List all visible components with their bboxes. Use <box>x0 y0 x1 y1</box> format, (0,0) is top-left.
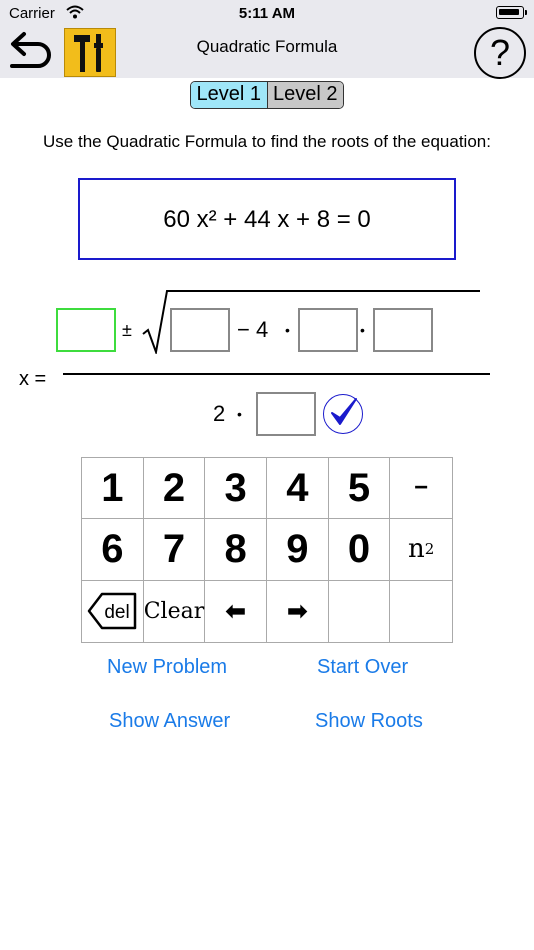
key-square[interactable]: n2 <box>390 519 452 581</box>
multiply-dot: • <box>360 322 365 338</box>
key-negative[interactable]: − <box>390 458 452 520</box>
checkmark-icon <box>331 398 357 425</box>
x-equals-label: x = <box>19 368 47 390</box>
answer-box-a[interactable] <box>298 308 358 352</box>
tab-level-2[interactable]: Level 2 <box>267 82 343 108</box>
help-button[interactable]: ? <box>474 27 526 79</box>
key-3[interactable]: 3 <box>205 458 267 520</box>
key-2[interactable]: 2 <box>143 458 206 520</box>
status-time: 5:11 AM <box>238 5 296 22</box>
key-1[interactable]: 1 <box>82 458 144 520</box>
clear-key[interactable]: Clear <box>144 580 206 642</box>
plus-minus-sign: ± <box>122 320 132 340</box>
delete-backspace-icon: del <box>88 593 137 630</box>
right-arrow-key[interactable]: ➡ <box>267 580 329 642</box>
key-0[interactable]: 0 <box>328 519 391 581</box>
key-4[interactable]: 4 <box>267 458 329 520</box>
fraction-bar <box>63 373 490 375</box>
blank-key <box>329 580 391 642</box>
level-selector: Level 1 Level 2 <box>190 81 344 109</box>
key-8[interactable]: 8 <box>205 519 267 581</box>
start-over-button[interactable]: Start Over <box>317 656 408 679</box>
multiply-dot: • <box>237 406 242 422</box>
check-answer-button[interactable] <box>323 394 363 434</box>
equation-display: 60 x² + 44 x + 8 = 0 <box>78 178 456 260</box>
delete-key-label: del <box>105 602 130 623</box>
key-6[interactable]: 6 <box>82 519 144 581</box>
multiply-dot: • <box>285 322 290 338</box>
key-7[interactable]: 7 <box>143 519 206 581</box>
show-roots-button[interactable]: Show Roots <box>315 710 423 733</box>
answer-box-b-squared[interactable] <box>170 308 230 352</box>
answer-box-b[interactable] <box>56 308 116 352</box>
answer-box-c[interactable] <box>373 308 433 352</box>
square-base-label: n <box>408 534 425 565</box>
show-answer-button[interactable]: Show Answer <box>109 710 230 733</box>
battery-tip <box>525 10 527 15</box>
denominator-two: 2 <box>213 401 226 426</box>
delete-key[interactable]: del <box>82 580 144 642</box>
page-title: Quadratic Formula <box>196 37 338 56</box>
left-arrow-key[interactable]: ⬅ <box>205 580 267 642</box>
battery-icon <box>496 6 524 19</box>
new-problem-button[interactable]: New Problem <box>107 656 227 679</box>
square-exponent-label: 2 <box>424 540 435 559</box>
answer-box-2a[interactable] <box>256 392 316 436</box>
minus-four-label: − 4 <box>237 317 269 342</box>
key-9[interactable]: 9 <box>267 519 329 581</box>
instruction-text: Use the Quadratic Formula to find the ro… <box>43 132 491 151</box>
keypad: 1 2 3 4 5 − 6 7 8 9 0 n2 del Clear ⬅ ➡ <box>81 457 453 643</box>
key-5[interactable]: 5 <box>328 458 391 520</box>
blank-key <box>390 581 452 642</box>
tab-level-1[interactable]: Level 1 <box>191 82 268 108</box>
